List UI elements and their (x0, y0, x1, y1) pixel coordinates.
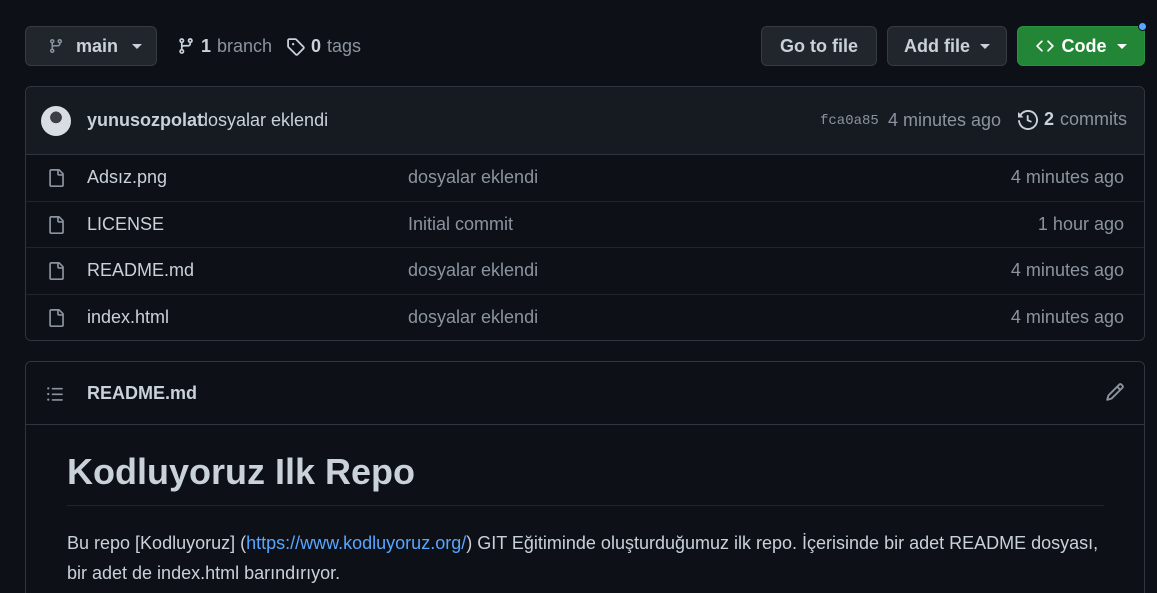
readme-heading: Kodluyoruz Ilk Repo (67, 451, 1104, 506)
latest-commit-bar: yunusozpolat dosyalar eklendi fca0a85 4 … (26, 87, 1144, 155)
file-row: README.md dosyalar eklendi 4 minutes ago (26, 248, 1144, 295)
add-file-label: Add file (904, 35, 970, 56)
file-row: index.html dosyalar eklendi 4 minutes ag… (26, 294, 1144, 340)
file-name-link[interactable]: Adsız.png (87, 167, 167, 188)
chevron-down-icon (132, 43, 143, 49)
code-button[interactable]: Code (1017, 26, 1145, 66)
file-icon (47, 168, 65, 188)
file-name-link[interactable]: LICENSE (87, 214, 164, 235)
file-commit-message-link[interactable]: dosyalar eklendi (408, 167, 538, 188)
readme-content: Kodluyoruz Ilk Repo Bu repo [Kodluyoruz]… (26, 425, 1144, 588)
pencil-icon[interactable] (1105, 382, 1125, 402)
commit-time: 4 minutes ago (888, 110, 1002, 130)
file-icon (47, 308, 65, 328)
tags-link[interactable]: 0 tags (286, 26, 361, 66)
tag-word: tags (327, 35, 362, 56)
commit-count: 2 (1044, 109, 1055, 129)
avatar[interactable] (41, 106, 71, 136)
commit-author-link[interactable]: yunusozpolat (87, 110, 203, 131)
code-label: Code (1061, 35, 1107, 56)
go-to-file-button[interactable]: Go to file (761, 26, 877, 66)
list-icon[interactable] (46, 385, 64, 403)
file-commit-message-link[interactable]: Initial commit (408, 214, 513, 235)
file-name-link[interactable]: index.html (87, 307, 169, 328)
file-commit-message-link[interactable]: dosyalar eklendi (408, 260, 538, 281)
readme-header: README.md (26, 362, 1144, 425)
commit-word: commits (1060, 109, 1128, 129)
file-commit-time: 1 hour ago (1037, 213, 1124, 234)
commit-message-link[interactable]: dosyalar eklendi (198, 110, 328, 131)
go-to-file-label: Go to file (780, 35, 858, 56)
history-icon (1018, 109, 1038, 130)
branches-link[interactable]: 1 branch (177, 26, 272, 66)
file-row: LICENSE Initial commit 1 hour ago (26, 201, 1144, 248)
tag-icon (286, 37, 305, 56)
file-row: Adsız.png dosyalar eklendi 4 minutes ago (26, 155, 1144, 202)
git-branch-icon (48, 38, 64, 54)
file-commit-time: 4 minutes ago (1010, 260, 1124, 281)
git-branch-icon (177, 37, 195, 55)
readme-link[interactable]: https://www.kodluyoruz.org/ (246, 533, 466, 553)
code-icon (1035, 37, 1054, 55)
branch-name: main (76, 35, 119, 56)
file-commit-message-link[interactable]: dosyalar eklendi (408, 307, 538, 328)
file-commit-time: 4 minutes ago (1010, 167, 1124, 188)
file-browser: yunusozpolat dosyalar eklendi fca0a85 4 … (25, 86, 1145, 341)
chevron-down-icon (1116, 43, 1127, 49)
commits-link[interactable]: 2 commits (1018, 109, 1127, 130)
chevron-down-icon (980, 43, 990, 49)
readme-filename: README.md (87, 383, 198, 403)
repo-toolbar: main 1 branch 0 tags Go to file Add file… (25, 26, 1145, 66)
file-name-link[interactable]: README.md (87, 260, 194, 281)
readme-text-before: Bu repo [Kodluyoruz] ( (67, 533, 247, 553)
file-icon (47, 261, 65, 281)
file-commit-time: 4 minutes ago (1010, 307, 1124, 328)
branch-word: branch (217, 35, 273, 56)
file-icon (47, 215, 65, 235)
branch-count: 1 (201, 35, 212, 56)
commit-sha-link[interactable]: fca0a85 (820, 113, 879, 129)
branch-select-button[interactable]: main (25, 26, 157, 66)
tag-count: 0 (311, 35, 322, 56)
readme-panel: README.md Kodluyoruz Ilk Repo Bu repo [K… (25, 361, 1145, 593)
notification-dot (1138, 22, 1147, 31)
add-file-button[interactable]: Add file (887, 26, 1007, 66)
readme-paragraph: Bu repo [Kodluyoruz] (https://www.kodluy… (67, 528, 1104, 588)
